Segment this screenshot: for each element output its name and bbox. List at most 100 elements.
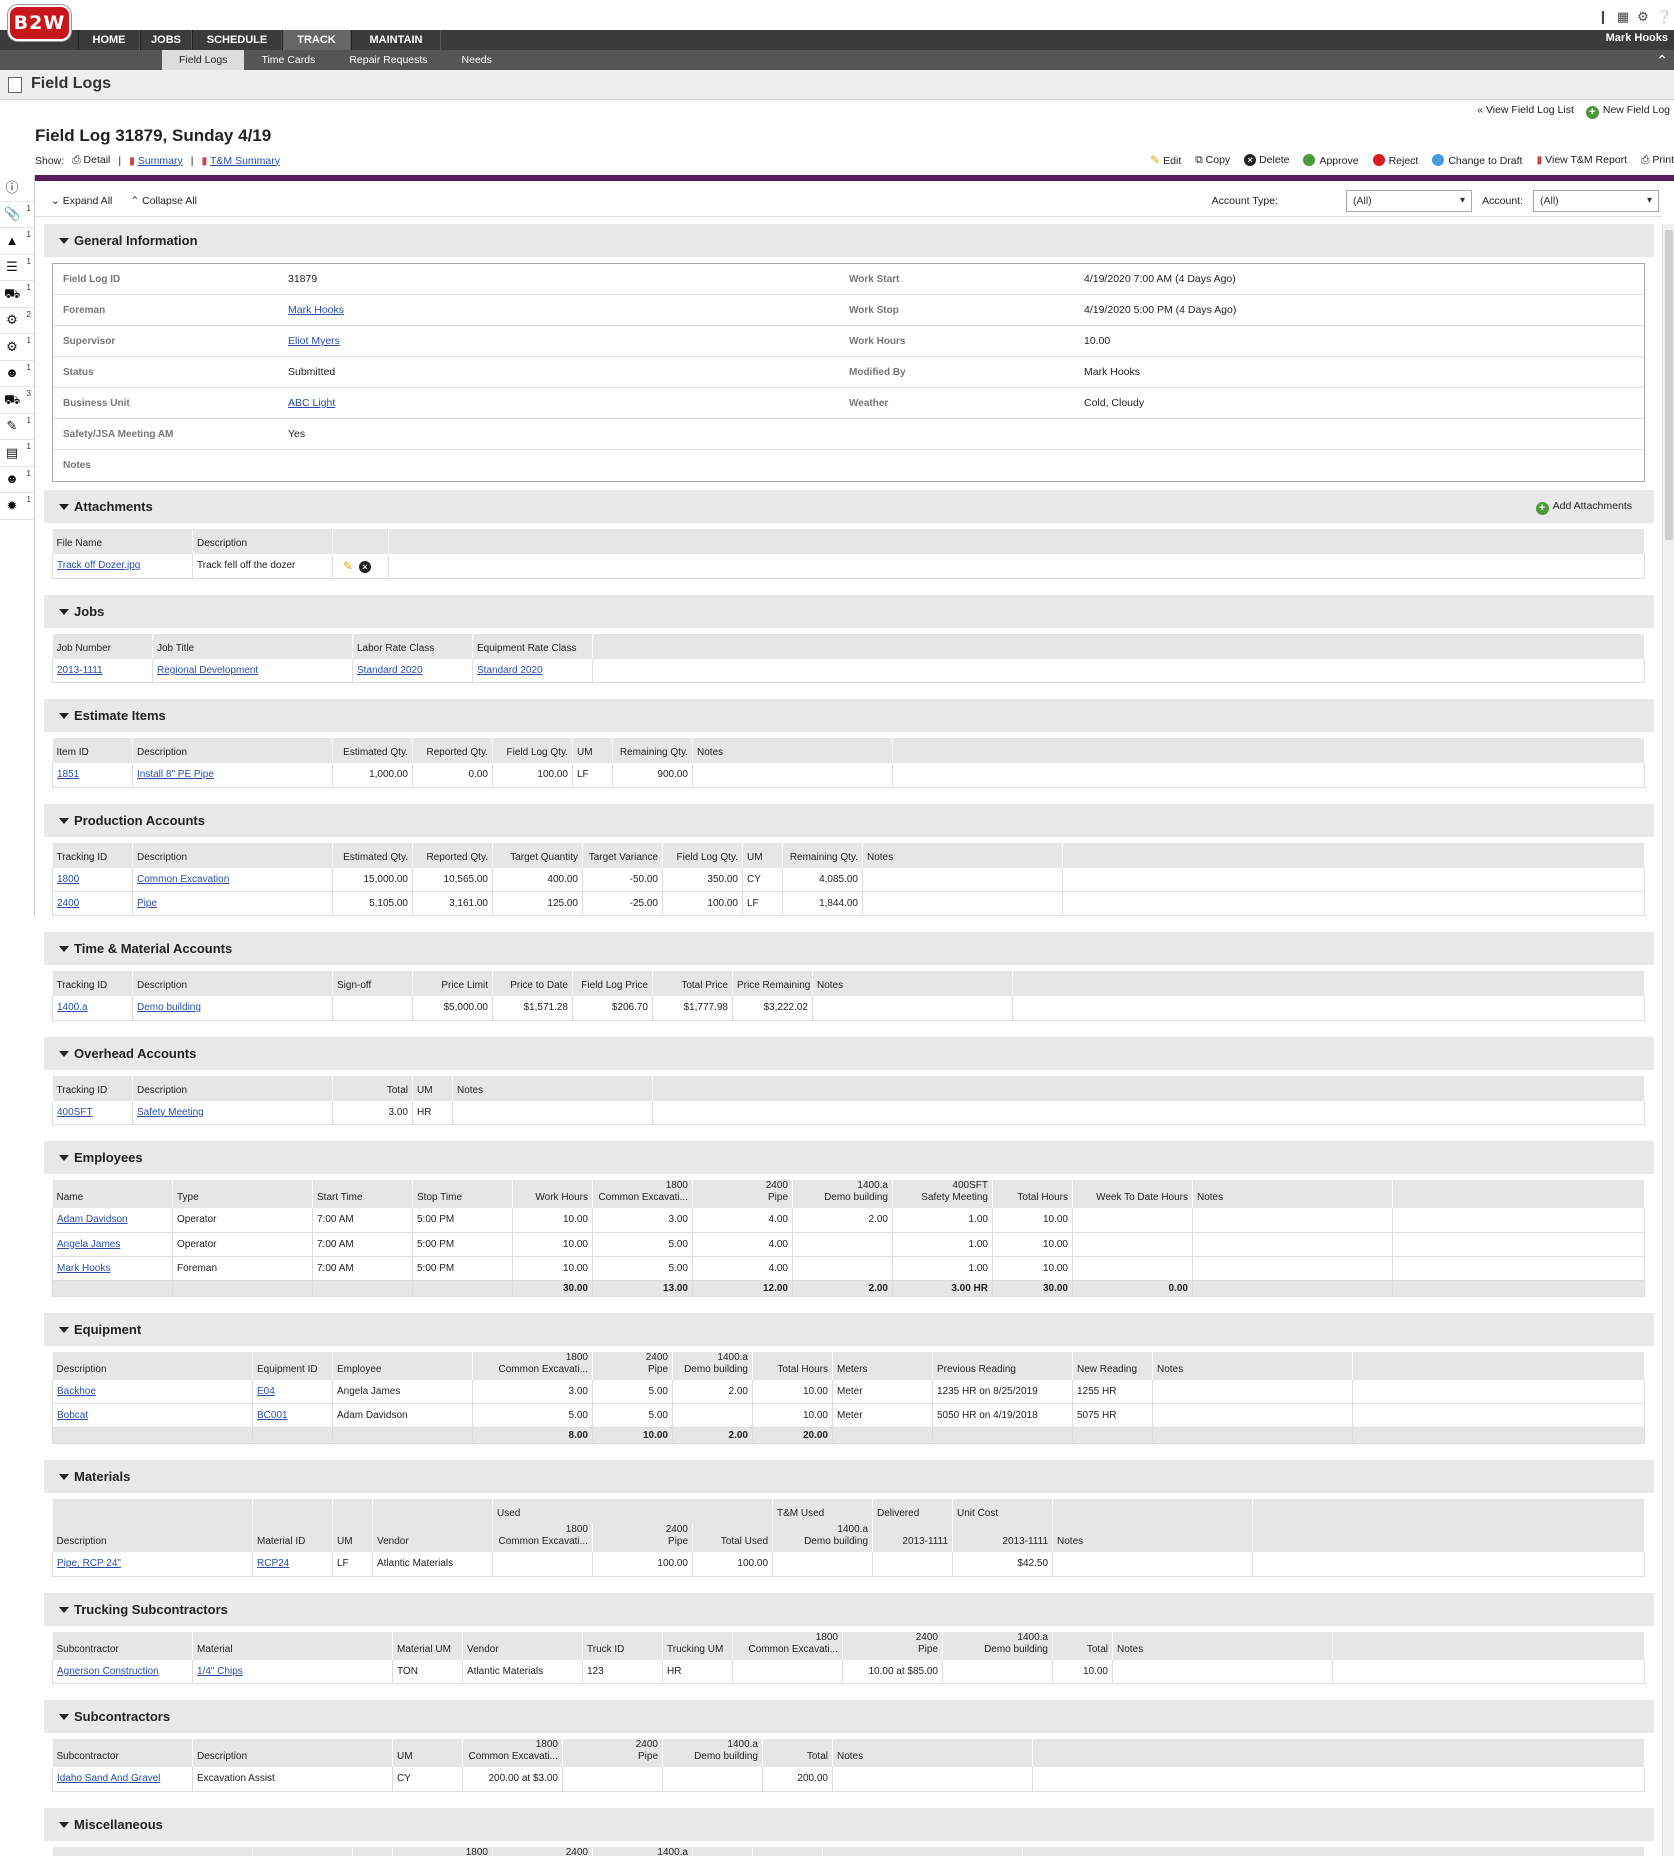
sidebar-item[interactable]: ▤ 1	[0, 440, 34, 467]
column-header[interactable]: Delivered	[872, 1499, 954, 1524]
table-cell[interactable]: Standard 2020	[352, 658, 473, 683]
view-field-log-list-link[interactable]: « View Field Log List	[1477, 104, 1574, 119]
section-header-trucking[interactable]: Trucking Subcontractors	[44, 1592, 1654, 1626]
column-header[interactable]: Work Hours	[512, 1180, 593, 1208]
column-subheader[interactable]: 2400 Pipe	[592, 1524, 693, 1552]
column-header[interactable]: Trucking UM	[662, 1631, 733, 1660]
table-cell[interactable]: E04	[252, 1379, 333, 1404]
page-scrollbar[interactable]	[1662, 224, 1674, 1856]
sidebar-item[interactable]: ⛟ 3	[0, 387, 34, 414]
cell-link[interactable]: Standard 2020	[357, 665, 423, 676]
info-value[interactable]: Mark Hooks	[288, 304, 849, 316]
table-cell[interactable]: 1/4" Chips	[192, 1659, 393, 1684]
column-header[interactable]: T&M Used	[772, 1499, 874, 1524]
sidebar-item[interactable]: ⛟ 1	[0, 281, 34, 308]
column-header[interactable]: Job Number	[52, 633, 153, 659]
sidebar-item[interactable]: ▲ 1	[0, 228, 34, 255]
table-cell[interactable]: RCP24	[252, 1552, 333, 1577]
nav-tab-home[interactable]: HOME	[78, 30, 140, 50]
section-header-tm[interactable]: Time & Material Accounts	[44, 932, 1654, 965]
column-header[interactable]: Description	[132, 1075, 333, 1101]
info-value-text[interactable]: ABC Light	[288, 397, 335, 409]
cell-link[interactable]: Mark Hooks	[57, 1263, 110, 1274]
section-header-jobs[interactable]: Jobs	[44, 594, 1654, 628]
column-header[interactable]: UM	[352, 1846, 393, 1856]
library-icon[interactable]: ❙	[1596, 10, 1610, 24]
account-type-select[interactable]: (All)	[1346, 190, 1472, 212]
info-value[interactable]: ABC Light	[288, 397, 849, 409]
table-cell[interactable]: Safety Meeting	[132, 1100, 333, 1125]
cell-link[interactable]: 1/4" Chips	[197, 1666, 243, 1677]
show-tm-summary[interactable]: ▮ T&M Summary	[201, 155, 280, 167]
section-header-estimate[interactable]: Estimate Items	[44, 699, 1654, 732]
cell-link[interactable]: BC001	[257, 1410, 288, 1421]
nav-tab-schedule[interactable]: SCHEDULE	[192, 30, 282, 50]
column-header[interactable]: Material ID	[252, 1499, 333, 1552]
cell-link[interactable]: Safety Meeting	[137, 1107, 204, 1118]
column-header[interactable]: Price Remaining	[732, 971, 813, 996]
info-value-text[interactable]: Eliot Myers	[288, 335, 340, 347]
column-header[interactable]: Notes	[1152, 1351, 1353, 1380]
show-summary[interactable]: ▮ Summary	[129, 155, 183, 167]
column-header[interactable]: Field Log Qty.	[492, 738, 573, 763]
column-header[interactable]: UM	[392, 1739, 463, 1767]
table-cell[interactable]: 2013-1111	[52, 658, 153, 683]
column-header[interactable]: New Reading	[1072, 1351, 1153, 1380]
column-header[interactable]: Tracking ID	[52, 1075, 133, 1101]
column-header[interactable]: File Name	[52, 529, 193, 554]
column-header[interactable]: Subcontractor	[52, 1739, 193, 1767]
column-header[interactable]: Type	[172, 1180, 313, 1208]
table-cell[interactable]: Regional Development	[152, 658, 353, 683]
cell-link[interactable]: Agnerson Construction	[57, 1666, 159, 1677]
table-cell[interactable]: Bobcat	[52, 1403, 253, 1428]
edit-button[interactable]: ✎ Edit	[1150, 153, 1181, 167]
column-header[interactable]: Field Log Qty.	[662, 842, 743, 868]
column-subheader[interactable]: 1800 Common Excavati...	[492, 1524, 593, 1552]
cell-link[interactable]: 400SFT	[57, 1107, 93, 1118]
column-header[interactable]: Estimated Qty.	[332, 738, 413, 763]
sidebar-item[interactable]: ☻ 1	[0, 467, 34, 493]
column-header[interactable]: Description	[52, 1846, 253, 1856]
column-header[interactable]: Stop Time	[412, 1180, 513, 1208]
column-header[interactable]: UM	[412, 1075, 453, 1101]
column-header[interactable]: 1800Common Excavati...	[592, 1180, 693, 1208]
table-cell[interactable]: 1851	[52, 763, 133, 788]
column-header[interactable]: UM	[572, 738, 613, 763]
column-header[interactable]: Description	[192, 1739, 393, 1767]
sidebar-item[interactable]: ✎ 1	[0, 414, 34, 440]
view-tm-report-button[interactable]: ▮ View T&M Report	[1536, 154, 1627, 166]
column-header[interactable]: Price Limit	[412, 971, 493, 996]
column-header[interactable]: 2400Pipe	[692, 1180, 793, 1208]
column-header[interactable]: Estimated Qty.	[332, 842, 413, 868]
collapse-all-button[interactable]: ⌃ Collapse All	[130, 195, 197, 207]
column-header[interactable]	[332, 529, 389, 554]
column-header[interactable]: Job Title	[152, 633, 353, 659]
column-header[interactable]: Total	[1052, 1631, 1113, 1660]
column-header[interactable]: Target Variance	[582, 842, 663, 868]
sidebar-item[interactable]: ⚙ 2	[0, 308, 34, 334]
table-cell[interactable]: Mark Hooks	[52, 1256, 173, 1281]
delete-attachment-icon[interactable]: ×	[359, 560, 372, 573]
cell-link[interactable]: Standard 2020	[477, 665, 543, 676]
table-cell[interactable]: Install 8" PE Pipe	[132, 763, 333, 788]
column-header[interactable]: 2400Pipe	[592, 1351, 673, 1380]
sidebar-item[interactable]: ☰ 1	[0, 255, 34, 281]
user-name[interactable]: Mark Hooks	[1606, 30, 1668, 46]
cell-link[interactable]: Pipe	[137, 898, 157, 909]
nav-tab-track[interactable]: TRACK	[282, 30, 351, 50]
gear-icon[interactable]: ⚙	[1636, 10, 1650, 24]
table-cell[interactable]: Angela James	[52, 1232, 173, 1257]
cell-link[interactable]: 1851	[57, 769, 79, 780]
column-header[interactable]: Remaining Qty.	[782, 842, 863, 868]
edit-attachment-icon[interactable]: ✎	[343, 559, 353, 573]
column-header[interactable]: Labor Rate Class	[352, 633, 473, 659]
column-header[interactable]: Total	[762, 1739, 833, 1767]
column-header[interactable]: Description	[52, 1351, 253, 1380]
column-header[interactable]: Description	[192, 529, 333, 554]
table-cell[interactable]: Backhoe	[52, 1379, 253, 1404]
column-header[interactable]: Notes	[862, 842, 1063, 868]
table-cell[interactable]: Demo building	[132, 996, 333, 1021]
column-subheader[interactable]: Total Used	[692, 1524, 774, 1552]
expand-all-button[interactable]: ⌄ Expand All	[51, 195, 112, 207]
column-header[interactable]: Tracking ID	[52, 842, 133, 868]
